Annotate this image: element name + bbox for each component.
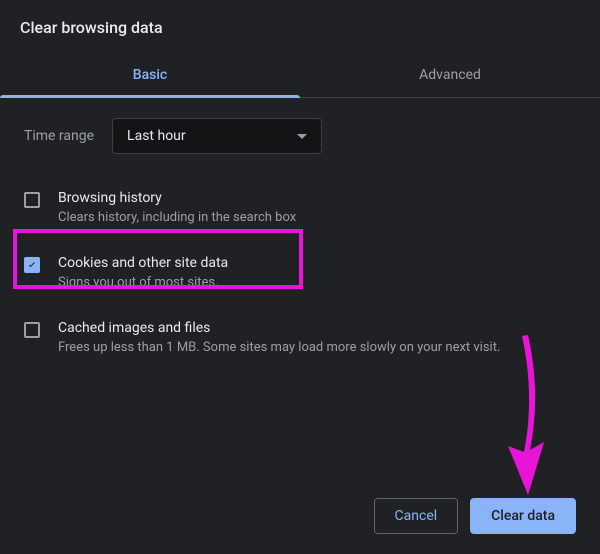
option-cached: Cached images and files Frees up less th… bbox=[24, 312, 576, 377]
tab-basic[interactable]: Basic bbox=[0, 55, 300, 97]
checkbox-browsing-history[interactable] bbox=[24, 192, 40, 208]
time-range-label: Time range bbox=[24, 128, 94, 144]
option-title: Browsing history bbox=[58, 190, 576, 206]
checkbox-cookies[interactable] bbox=[24, 257, 40, 273]
tab-advanced[interactable]: Advanced bbox=[300, 55, 600, 97]
option-browsing-history: Browsing history Clears history, includi… bbox=[24, 182, 576, 247]
time-range-row: Time range Last hour bbox=[24, 118, 576, 154]
chevron-down-icon bbox=[297, 134, 307, 139]
dialog-body: Time range Last hour Browsing history Cl… bbox=[0, 98, 600, 378]
clear-data-button[interactable]: Clear data bbox=[470, 498, 576, 534]
check-icon bbox=[26, 259, 38, 271]
cancel-button[interactable]: Cancel bbox=[374, 498, 459, 534]
option-desc: Clears history, including in the search … bbox=[58, 209, 576, 227]
checkbox-cached[interactable] bbox=[24, 322, 40, 338]
clear-browsing-data-dialog: Clear browsing data Basic Advanced Time … bbox=[0, 0, 600, 378]
dialog-footer: Cancel Clear data bbox=[374, 498, 576, 534]
dialog-title: Clear browsing data bbox=[0, 18, 600, 55]
option-desc: Frees up less than 1 MB. Some sites may … bbox=[58, 339, 576, 357]
option-title: Cookies and other site data bbox=[58, 255, 576, 271]
tabs: Basic Advanced bbox=[0, 55, 600, 98]
option-desc: Signs you out of most sites. bbox=[58, 274, 576, 292]
time-range-select[interactable]: Last hour bbox=[112, 118, 322, 154]
time-range-value: Last hour bbox=[127, 128, 186, 144]
option-cookies: Cookies and other site data Signs you ou… bbox=[24, 247, 576, 312]
option-title: Cached images and files bbox=[58, 320, 576, 336]
